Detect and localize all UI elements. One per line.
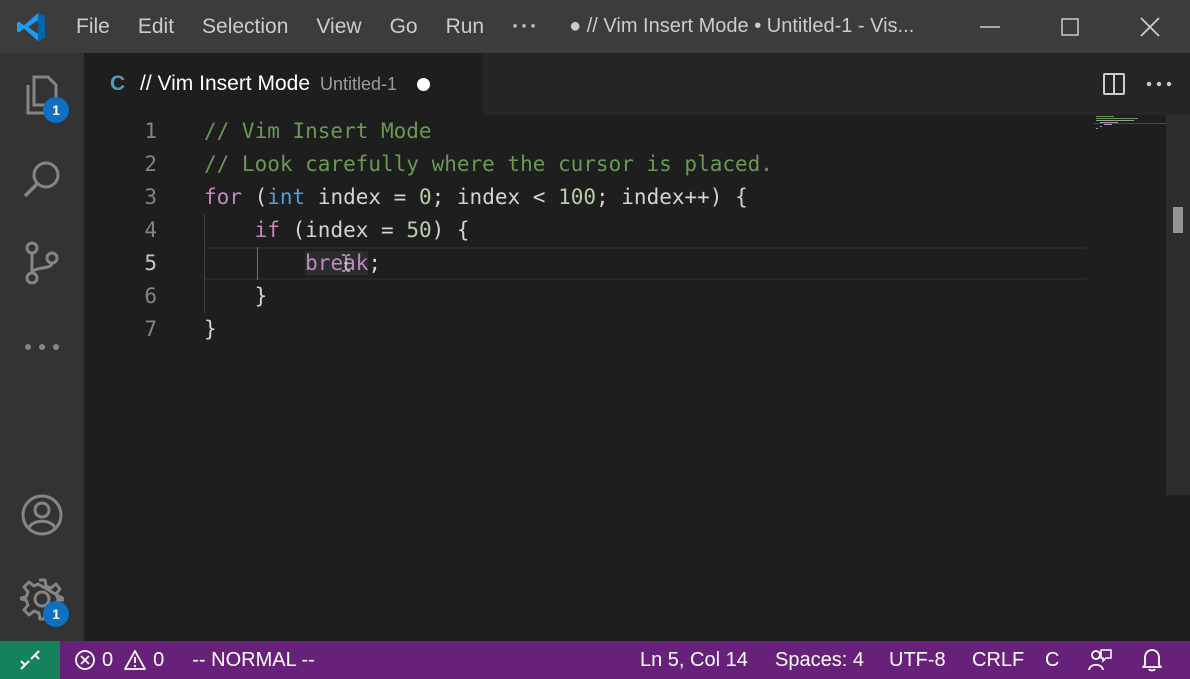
code-line-6: } [204,280,268,313]
problems-indicator[interactable]: 0 0 [74,641,164,679]
code-line-1: // Vim Insert Mode [204,115,432,148]
code-token: ; [368,251,382,275]
code-line-4: if (index = 50) { [204,214,470,247]
vim-mode-indicator: -- NORMAL -- [192,648,315,671]
number-literal: 50 [406,218,432,242]
code-token: } [204,317,217,341]
unsaved-dot-icon[interactable] [417,77,431,91]
remote-icon [20,650,40,670]
notifications-button[interactable] [1141,641,1163,679]
ellipsis-icon [25,344,59,350]
language-mode[interactable]: C [1045,641,1059,679]
menu-go[interactable]: Go [376,0,432,53]
code-line-3: for (int index = 0; index < 100; index++… [204,181,748,214]
error-count: 0 [102,648,114,671]
accounts-button[interactable] [0,473,84,557]
line-number: 3 [144,185,157,209]
code-editor[interactable]: 1 2 3 4 5 6 7 // Vim Insert Mode // Look… [84,115,1190,641]
number-literal: 100 [558,185,596,209]
feedback-icon [1088,649,1112,671]
minimize-button[interactable] [950,0,1030,53]
window-title: ● // Vim Insert Mode • Untitled-1 - Vis.… [569,15,915,37]
search-icon [23,161,60,198]
line-number: 7 [144,317,157,341]
feedback-button[interactable] [1088,641,1112,679]
menu-bar: File Edit Selection View Go Run ··· [62,0,553,53]
window-controls [950,0,1190,53]
tab-untitled-1[interactable]: C // Vim Insert Mode Untitled-1 [84,53,482,115]
code-token: index = [305,185,419,209]
keyword-if: if [254,218,280,242]
vscode-logo-icon [0,0,62,53]
minimize-icon [980,25,1000,28]
keyword-for: for [204,185,242,209]
activity-bar: 1 1 [0,53,84,641]
status-bar: 0 0 -- NORMAL -- Ln 5, Col 14 Spaces: 4 … [0,641,1190,679]
code-token: } [204,284,268,308]
more-actions-icon[interactable] [1146,80,1172,88]
menu-edit[interactable]: Edit [124,0,188,53]
menu-more-button[interactable]: ··· [498,0,553,53]
c-file-icon: C [110,72,126,95]
menu-file[interactable]: File [62,0,124,53]
explorer-badge: 1 [43,97,69,123]
code-line-5: break; [204,247,381,280]
code-token: ( [241,185,268,209]
keyword-break: break [305,251,369,275]
tab-bar: C // Vim Insert Mode Untitled-1 [84,53,1190,115]
code-token: ; index++) { [596,185,748,209]
title-bar: File Edit Selection View Go Run ··· ● //… [0,0,1190,53]
menu-view[interactable]: View [302,0,375,53]
more-views-button[interactable] [0,305,84,389]
line-number: 6 [144,284,157,308]
code-token: ; index < [431,185,559,209]
warning-icon [124,650,147,670]
bell-icon [1142,649,1162,672]
settings-badge: 1 [43,601,69,627]
warning-count: 0 [153,648,165,671]
minimap[interactable] [1094,115,1166,129]
tab-description: Untitled-1 [320,73,398,94]
code-line-7: } [204,313,217,346]
menu-run[interactable]: Run [432,0,499,53]
number-literal: 0 [418,185,432,209]
remote-button[interactable] [0,641,60,679]
search-button[interactable] [0,137,84,221]
menu-selection[interactable]: Selection [188,0,302,53]
encoding-setting[interactable]: UTF-8 [889,641,946,679]
line-number: 1 [144,119,157,143]
maximize-icon [1061,17,1079,36]
vertical-scrollbar[interactable] [1166,115,1190,495]
eol-setting[interactable]: CRLF [972,641,1024,679]
code-token: (index = [279,218,407,242]
comment: // Look carefully where the cursor is pl… [204,152,773,176]
text-cursor-icon [341,254,351,277]
error-icon [75,650,95,670]
source-control-button[interactable] [0,221,84,305]
type-int: int [267,185,306,209]
indentation-setting[interactable]: Spaces: 4 [775,641,864,679]
explorer-button[interactable]: 1 [0,53,84,137]
comment: // Vim Insert Mode [204,119,432,143]
scroll-position-marker [1166,207,1190,233]
code-token: ) { [431,218,470,242]
split-editor-icon[interactable] [1102,72,1126,96]
close-window-button[interactable] [1110,0,1190,53]
line-number-active: 5 [144,251,157,275]
manage-button[interactable]: 1 [0,557,84,641]
tab-label: // Vim Insert Mode [140,72,311,95]
editor-actions [1102,53,1172,115]
source-control-icon [25,241,59,285]
account-icon [21,494,63,536]
maximize-button[interactable] [1030,0,1110,53]
cursor-position[interactable]: Ln 5, Col 14 [640,641,748,679]
close-icon [1140,16,1160,37]
line-number: 2 [144,152,157,176]
code-line-2: // Look carefully where the cursor is pl… [204,148,773,181]
line-number: 4 [144,218,157,242]
